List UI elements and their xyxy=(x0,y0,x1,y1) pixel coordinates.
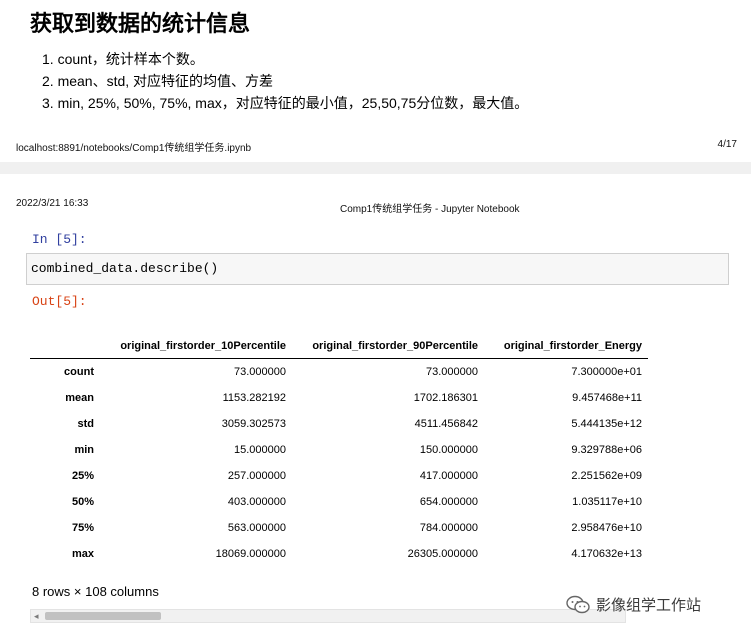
table-cell: 73.000000 xyxy=(426,366,478,378)
table-cell: 1702.186301 xyxy=(413,392,478,404)
column-header: original_firstorder_Energy xyxy=(484,334,648,359)
describe-table: original_firstorder_10Percentile origina… xyxy=(30,334,648,567)
table-row: 50% 403.000000 654.000000 1.035117e+10 xyxy=(30,489,648,515)
list-item: 2. mean、std, 对应特征的均值、方差 xyxy=(42,73,274,89)
table-cell: 150.000000 xyxy=(419,444,478,456)
table-header-row: original_firstorder_10Percentile origina… xyxy=(30,334,648,359)
out-prompt: Out[5]: xyxy=(32,294,87,309)
table-row: std 3059.302573 4511.456842 5.444135e+12 xyxy=(30,411,648,437)
row-label: max xyxy=(71,548,94,560)
list-item: 1. count，统计样本个数。 xyxy=(42,51,204,67)
table-cell: 3059.302573 xyxy=(221,418,286,430)
table-cell: 654.000000 xyxy=(419,496,478,508)
table-cell: 9.329788e+06 xyxy=(571,444,642,456)
table-cell: 4511.456842 xyxy=(414,418,478,430)
code-text[interactable]: combined_data.describe() xyxy=(31,261,218,276)
table-cell: 26305.000000 xyxy=(407,548,478,560)
table-cell: 2.251562e+09 xyxy=(571,470,642,482)
table-row: min 15.000000 150.000000 9.329788e+06 xyxy=(30,437,648,463)
row-label: mean xyxy=(65,392,94,404)
row-label: min xyxy=(74,444,94,456)
index-header xyxy=(30,334,100,359)
header-title: Comp1传统组学任务 - Jupyter Notebook xyxy=(340,204,520,215)
table-cell: 417.000000 xyxy=(419,470,478,482)
table-row: 25% 257.000000 417.000000 2.251562e+09 xyxy=(30,463,648,489)
scrollbar-thumb[interactable] xyxy=(45,612,161,620)
row-label: std xyxy=(77,418,95,430)
table-cell: 5.444135e+12 xyxy=(571,418,642,430)
row-label: 25% xyxy=(71,470,94,482)
row-label: count xyxy=(64,366,94,378)
table-cell: 18069.000000 xyxy=(215,548,286,560)
footer-url: localhost:8891/notebooks/Comp1传统组学任务.ipy… xyxy=(16,143,252,154)
table-row: count 73.000000 73.000000 7.300000e+01 xyxy=(30,359,648,386)
table-cell: 1.035117e+10 xyxy=(572,496,642,508)
footer-page-number: 4/17 xyxy=(717,139,737,150)
header-date: 2022/3/21 16:33 xyxy=(16,198,89,209)
table-cell: 15.000000 xyxy=(234,444,286,456)
pdf-page-1: 获取到数据的统计信息 1. count，统计样本个数。 2. mean、std,… xyxy=(0,0,751,162)
table-row: max 18069.000000 26305.000000 4.170632e+… xyxy=(30,541,648,567)
table-cell: 563.000000 xyxy=(227,522,286,534)
row-label: 50% xyxy=(71,496,94,508)
row-label: 75% xyxy=(71,522,94,534)
table-cell: 7.300000e+01 xyxy=(571,366,642,378)
table-cell: 784.000000 xyxy=(419,522,478,534)
table-row: 75% 563.000000 784.000000 2.958476e+10 xyxy=(30,515,648,541)
in-prompt: In [5]: xyxy=(32,232,87,247)
stats-explanation-list: 1. count，统计样本个数。 2. mean、std, 对应特征的均值、方差… xyxy=(42,48,528,114)
code-cell[interactable]: combined_data.describe() xyxy=(26,253,729,285)
horizontal-scrollbar[interactable]: ◂ xyxy=(30,609,626,623)
table-cell: 4.170632e+13 xyxy=(571,548,642,560)
table-cell: 403.000000 xyxy=(227,496,286,508)
wechat-icon xyxy=(566,595,590,613)
column-header: original_firstorder_10Percentile xyxy=(100,334,292,359)
table-cell: 2.958476e+10 xyxy=(571,522,642,534)
table-cell: 9.457468e+11 xyxy=(572,392,642,404)
watermark-text: 影像组学工作站 xyxy=(596,597,702,614)
watermark: 影像组学工作站 xyxy=(566,594,701,615)
table-cell: 1153.282192 xyxy=(222,392,286,404)
page-separator xyxy=(0,162,751,174)
table-shape-info: 8 rows × 108 columns xyxy=(32,584,159,599)
scroll-left-arrow-icon[interactable]: ◂ xyxy=(34,611,39,622)
column-header: original_firstorder_90Percentile xyxy=(292,334,484,359)
table-cell: 73.000000 xyxy=(234,366,286,378)
list-item: 3. min, 25%, 50%, 75%, max，对应特征的最小值，25,5… xyxy=(42,95,529,111)
table-row: mean 1153.282192 1702.186301 9.457468e+1… xyxy=(30,385,648,411)
section-heading: 获取到数据的统计信息 xyxy=(30,11,251,36)
table-cell: 257.000000 xyxy=(227,470,286,482)
